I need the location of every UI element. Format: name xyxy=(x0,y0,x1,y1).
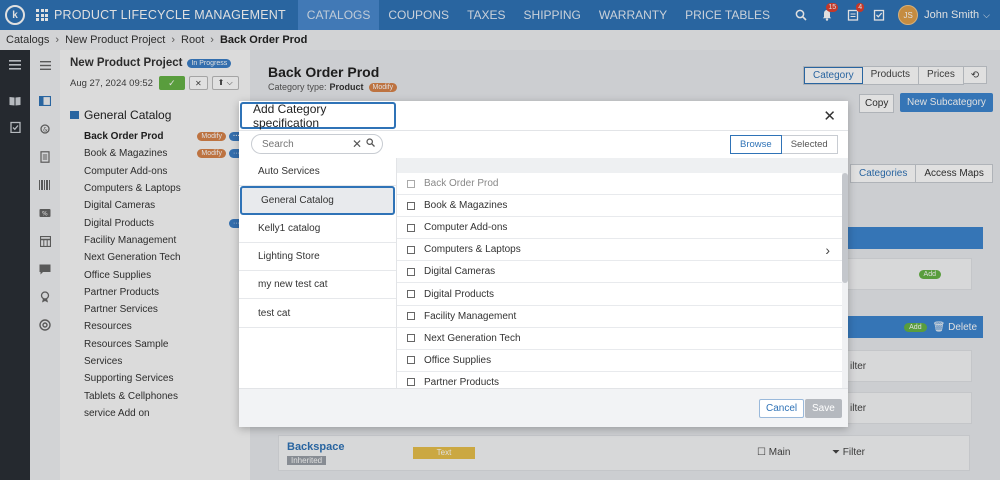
browse-selected-toggle: Browse Selected xyxy=(730,135,838,154)
category-label: Digital Cameras xyxy=(424,266,496,278)
checkbox[interactable] xyxy=(407,245,415,254)
category-option[interactable]: Computer Add-ons xyxy=(397,217,842,240)
checkbox[interactable] xyxy=(407,334,415,343)
category-option[interactable]: Office Supplies xyxy=(397,350,842,372)
checkbox[interactable] xyxy=(407,378,415,387)
dialog-header: Add Category specification ✕ xyxy=(239,101,848,131)
category-browser: Back Order Prod Book & Magazines Compute… xyxy=(397,158,848,388)
catalog-list: Auto Services General Catalog Kelly1 cat… xyxy=(239,158,397,388)
catalog-item-my-new-test-cat[interactable]: my new test cat xyxy=(239,271,396,300)
category-label: Next Generation Tech xyxy=(424,332,521,344)
category-label: Book & Magazines xyxy=(424,200,508,212)
category-option[interactable]: Facility Management xyxy=(397,306,842,328)
category-label: Computers & Laptops xyxy=(424,244,521,256)
browse-tab[interactable]: Browse xyxy=(730,135,782,154)
category-option[interactable]: Next Generation Tech xyxy=(397,328,842,350)
search-input[interactable] xyxy=(262,138,350,150)
category-list-header xyxy=(397,158,848,173)
checkbox[interactable] xyxy=(407,223,415,232)
search-field[interactable]: ✕ xyxy=(251,134,383,154)
dialog-title: Add Category specification xyxy=(240,102,396,130)
category-option[interactable]: Partner Products xyxy=(397,372,842,388)
close-icon[interactable]: ✕ xyxy=(823,107,836,125)
save-button[interactable]: Save xyxy=(805,399,842,418)
clear-icon[interactable]: ✕ xyxy=(352,137,362,151)
category-label: Partner Products xyxy=(424,376,500,388)
checkbox[interactable] xyxy=(407,290,415,299)
category-label: Computer Add-ons xyxy=(424,222,508,234)
catalog-item-test-cat[interactable]: test cat xyxy=(239,299,396,328)
catalog-item-kelly1-catalog[interactable]: Kelly1 catalog xyxy=(239,215,396,243)
checkbox[interactable] xyxy=(407,312,415,321)
search-icon[interactable] xyxy=(366,138,376,150)
checkbox[interactable] xyxy=(407,356,415,365)
cancel-button[interactable]: Cancel xyxy=(759,399,805,418)
catalog-item-auto-services[interactable]: Auto Services xyxy=(239,158,396,187)
catalog-item-lighting-store[interactable]: Lighting Store xyxy=(239,243,396,272)
category-option[interactable]: Computers & Laptops › xyxy=(397,239,842,262)
chevron-right-icon[interactable]: › xyxy=(825,242,830,258)
category-label: Office Supplies xyxy=(424,354,492,366)
category-label: Facility Management xyxy=(424,310,517,322)
category-option[interactable]: Book & Magazines xyxy=(397,195,842,218)
category-option[interactable]: Digital Cameras xyxy=(397,261,842,284)
checkbox[interactable] xyxy=(407,267,415,276)
selected-tab[interactable]: Selected xyxy=(782,136,837,153)
dialog-footer: Cancel Save xyxy=(239,388,848,427)
scrollbar-thumb[interactable] xyxy=(842,173,848,283)
checkbox[interactable] xyxy=(407,201,415,210)
catalog-item-general-catalog[interactable]: General Catalog xyxy=(240,186,395,215)
category-label: Digital Products xyxy=(424,288,495,300)
category-checklist: Back Order Prod Book & Magazines Compute… xyxy=(397,173,842,388)
add-category-spec-dialog: Add Category specification ✕ ✕ Browse Se… xyxy=(239,101,848,427)
category-option[interactable]: Digital Products xyxy=(397,283,842,306)
category-option: Back Order Prod xyxy=(397,173,842,196)
category-label: Back Order Prod xyxy=(424,178,499,190)
checkbox xyxy=(407,179,415,188)
category-scrollbar[interactable] xyxy=(842,173,848,388)
